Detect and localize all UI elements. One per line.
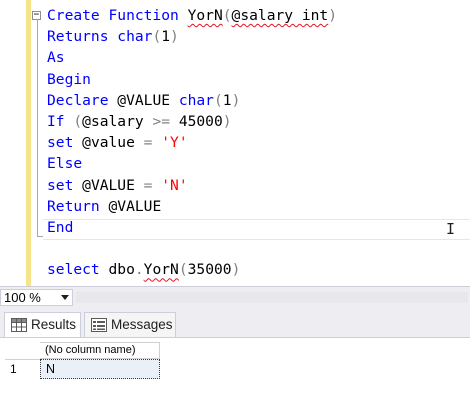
code-line: Returns char(1) xyxy=(47,26,179,47)
code-line: If (@salary >= 45000) xyxy=(47,111,232,132)
grid-divider xyxy=(5,359,40,360)
sql-operator: ) xyxy=(222,113,232,130)
tab-results-label: Results xyxy=(31,317,77,332)
sql-operator: ( xyxy=(222,7,232,24)
code-line: Return @VALUE xyxy=(47,196,161,217)
sql-keyword: Returns xyxy=(47,28,118,46)
sql-keyword: set xyxy=(47,134,83,152)
sql-keyword: char xyxy=(117,28,153,46)
sql-operator: ) xyxy=(231,261,241,279)
sql-keyword: If xyxy=(47,113,74,130)
text-cursor-icon: I xyxy=(446,220,456,238)
sql-token: @VALUE xyxy=(108,197,162,215)
zoom-dropdown[interactable]: 100 % xyxy=(0,289,73,306)
editor-status-strip: 100 % xyxy=(0,286,470,308)
sql-operator: >= xyxy=(152,113,171,130)
sql-operator: . xyxy=(134,261,144,279)
code-line: Begin xyxy=(47,69,91,90)
chevron-down-icon[interactable] xyxy=(61,295,69,300)
sql-keyword: select xyxy=(47,261,109,279)
sql-operator: ) xyxy=(170,28,179,46)
sql-keyword: Begin xyxy=(47,70,91,88)
horizontal-scrollbar[interactable] xyxy=(76,292,468,303)
sql-token: @salary xyxy=(82,113,153,130)
query-editor[interactable]: − Create Function YorN(@salary int) Retur… xyxy=(0,0,470,286)
tab-messages-label: Messages xyxy=(111,317,173,332)
results-tabbar: Results Messages xyxy=(0,308,470,338)
tab-messages[interactable]: Messages xyxy=(84,312,176,337)
sql-keyword: As xyxy=(47,49,65,67)
sql-operator: ( xyxy=(152,28,162,46)
line-gutter xyxy=(0,0,26,286)
sql-operator: ( xyxy=(73,113,83,130)
code-line: End xyxy=(47,217,73,238)
sql-string: 'Y' xyxy=(161,134,188,152)
current-line-highlight xyxy=(43,219,470,240)
sql-operator: ) xyxy=(231,91,241,109)
sql-token: 1 xyxy=(161,28,171,46)
zoom-value: 100 % xyxy=(4,290,41,305)
code-line: Declare @VALUE char(1) xyxy=(47,90,240,111)
tab-results[interactable]: Results xyxy=(4,312,81,337)
column-header[interactable]: (No column name) xyxy=(40,342,160,359)
sql-keyword: Create Function xyxy=(47,7,188,24)
sql-operator: ) xyxy=(328,7,337,24)
sql-string: 'N' xyxy=(161,176,188,194)
outline-guide xyxy=(37,19,38,237)
row-number[interactable]: 1 xyxy=(10,361,38,378)
code-line: Create Function YorN(@salary int) xyxy=(47,5,337,26)
sql-operator: ( xyxy=(213,91,223,109)
code-line: select dbo.YorN(35000) xyxy=(47,259,240,280)
sql-operator: ( xyxy=(178,261,188,279)
sql-keyword: Else xyxy=(47,155,83,173)
sql-token: 45000 xyxy=(170,113,223,130)
result-cell[interactable]: N xyxy=(40,359,160,379)
grid-icon xyxy=(11,318,27,332)
sql-keyword: char xyxy=(178,91,214,109)
code-line: Else xyxy=(47,153,82,174)
code-line: set @value = 'Y' xyxy=(47,132,188,153)
change-tracking-bar xyxy=(26,0,31,286)
sql-token: @VALUE xyxy=(117,91,179,109)
sql-token: 35000 xyxy=(187,261,232,279)
sql-token: 1 xyxy=(222,91,232,109)
code-line: As xyxy=(47,47,65,68)
sql-token: dbo xyxy=(108,261,135,279)
sql-token: YorN xyxy=(187,7,223,24)
sql-token: YorN xyxy=(143,261,179,279)
sql-keyword: Return xyxy=(47,197,109,215)
results-grid[interactable]: (No column name) 1 N xyxy=(0,338,470,407)
sql-token: @VALUE xyxy=(82,176,144,194)
sql-token: @value xyxy=(82,134,144,152)
code-line: set @VALUE = 'N' xyxy=(47,175,188,196)
sql-token: @salary int xyxy=(231,7,329,24)
sql-keyword: set xyxy=(47,176,83,194)
sql-keyword: Declare xyxy=(47,91,118,109)
messages-icon xyxy=(91,318,107,332)
sql-keyword: End xyxy=(47,219,74,236)
